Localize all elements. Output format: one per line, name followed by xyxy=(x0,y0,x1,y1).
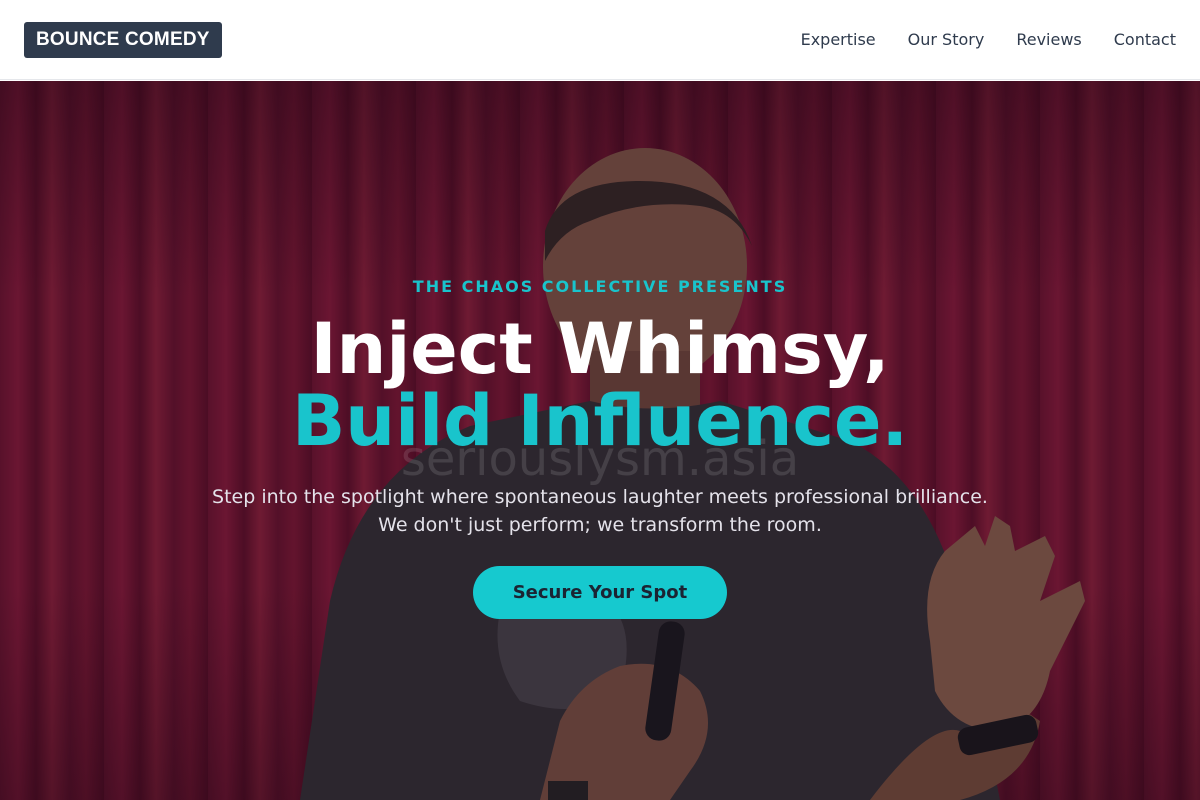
site-header: BOUNCE COMEDY Expertise Our Story Review… xyxy=(0,0,1200,80)
nav-link-contact[interactable]: Contact xyxy=(1114,30,1176,49)
brand-logo[interactable]: BOUNCE COMEDY xyxy=(24,21,222,58)
hero-headline-line2: Build Influence. xyxy=(291,380,909,462)
nav-link-our-story[interactable]: Our Story xyxy=(908,30,985,49)
nav-link-reviews[interactable]: Reviews xyxy=(1016,30,1081,49)
secure-spot-button[interactable]: Secure Your Spot xyxy=(473,566,727,619)
hero-subtitle-line2: We don't just perform; we transform the … xyxy=(378,514,822,536)
hero-subtitle-line1: Step into the spotlight where spontaneou… xyxy=(212,486,988,508)
hero-content: THE CHAOS COLLECTIVE PRESENTS Inject Whi… xyxy=(0,81,1200,800)
hero-headline-line1: Inject Whimsy, xyxy=(310,308,890,390)
main-nav: Expertise Our Story Reviews Contact xyxy=(801,30,1176,49)
hero-section: seriouslysm.asia THE CHAOS COLLECTIVE PR… xyxy=(0,81,1200,800)
hero-eyebrow: THE CHAOS COLLECTIVE PRESENTS xyxy=(412,277,788,296)
nav-link-expertise[interactable]: Expertise xyxy=(801,30,876,49)
hero-subtitle: Step into the spotlight where spontaneou… xyxy=(150,483,1050,539)
